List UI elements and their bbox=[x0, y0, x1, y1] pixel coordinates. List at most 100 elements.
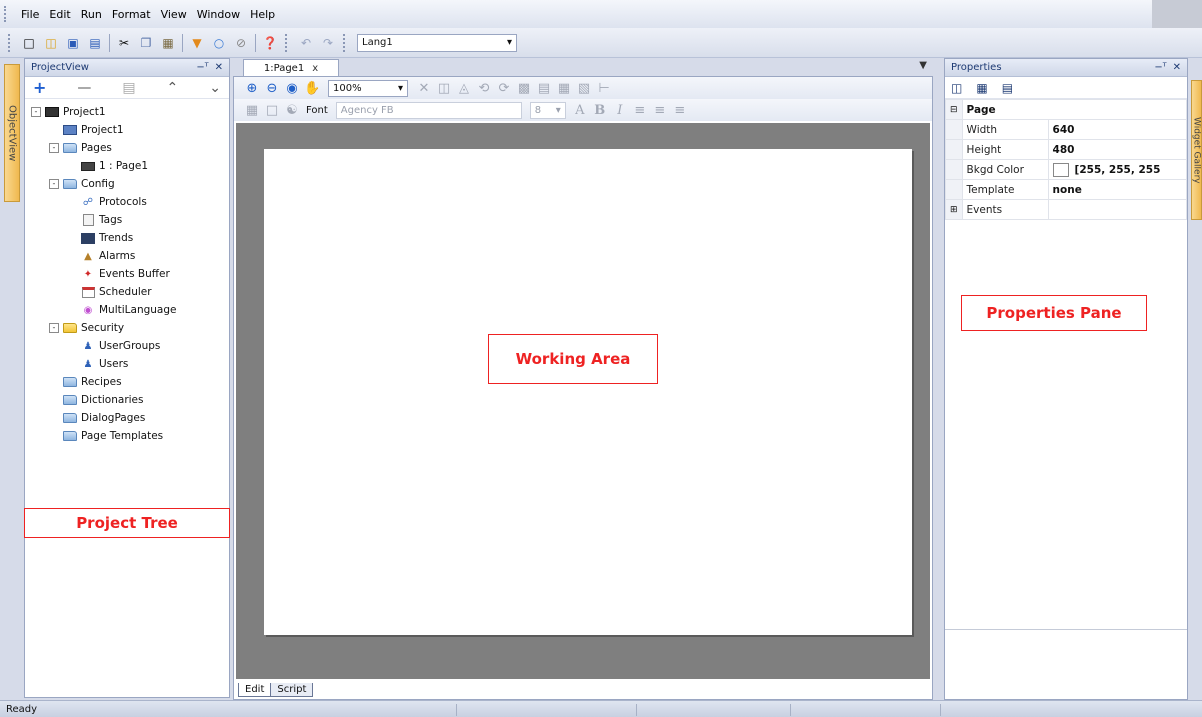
tree-node[interactable]: Trends bbox=[31, 229, 229, 247]
property-row[interactable]: Height 480 bbox=[945, 139, 1188, 160]
toolbar-grip[interactable] bbox=[343, 33, 349, 52]
border-icon[interactable]: ▦ bbox=[244, 103, 260, 118]
tree-node[interactable]: - Config bbox=[31, 175, 229, 193]
menu-file[interactable]: File bbox=[16, 6, 44, 23]
run-icon[interactable]: ○ bbox=[210, 34, 228, 52]
tree-node[interactable]: Recipes bbox=[31, 373, 229, 391]
property-row[interactable]: Bkgd Color [255, 255, 255 bbox=[945, 159, 1188, 180]
objectview-tab[interactable]: ObjectView bbox=[4, 64, 20, 202]
fill-icon[interactable]: □ bbox=[264, 103, 280, 118]
font-color-icon[interactable]: A bbox=[572, 103, 588, 118]
tree-node[interactable]: Scheduler bbox=[31, 283, 229, 301]
tree-expander-icon[interactable]: - bbox=[31, 107, 41, 117]
zoom-out-icon[interactable]: ⊖ bbox=[264, 81, 280, 96]
help-icon[interactable]: ❓ bbox=[261, 34, 279, 52]
distribute-icon[interactable]: ▦ bbox=[556, 81, 572, 96]
tab-page1[interactable]: 1:Page1 x bbox=[243, 59, 339, 76]
download-icon[interactable]: ▼ bbox=[188, 34, 206, 52]
toolbar-grip[interactable] bbox=[8, 33, 14, 52]
menu-grip[interactable] bbox=[4, 6, 10, 22]
property-value-color[interactable]: [255, 255, 255 bbox=[1047, 159, 1188, 180]
new-file-icon[interactable]: □ bbox=[20, 34, 38, 52]
property-row[interactable]: Width 640 bbox=[945, 119, 1188, 140]
size-icon[interactable]: ▧ bbox=[576, 81, 592, 96]
save-icon[interactable]: ▣ bbox=[64, 34, 82, 52]
tree-expander-icon[interactable]: - bbox=[49, 143, 59, 153]
tree-node[interactable]: 1 : Page1 bbox=[31, 157, 229, 175]
alphabetical-icon[interactable]: ▦ bbox=[976, 81, 987, 95]
collapse-icon[interactable]: ⊟ bbox=[945, 99, 963, 120]
tree-node[interactable]: - Pages bbox=[31, 139, 229, 157]
property-value[interactable]: 480 bbox=[1047, 139, 1188, 160]
font-size-select[interactable]: 8 ▾ bbox=[529, 101, 566, 119]
move-up-icon[interactable]: ⌃ bbox=[167, 80, 179, 96]
font-select[interactable]: Agency FB bbox=[335, 101, 522, 119]
tree-node[interactable]: Page Templates bbox=[31, 427, 229, 445]
text-format-icon[interactable]: ☯ bbox=[284, 103, 300, 118]
property-pages-icon[interactable]: ▤ bbox=[1002, 81, 1013, 95]
pin-icon[interactable]: −ᵀ bbox=[196, 62, 208, 73]
align-right-icon[interactable]: ≡ bbox=[672, 103, 688, 118]
category-row[interactable]: ⊟ Page bbox=[945, 99, 1188, 120]
color-swatch[interactable] bbox=[1052, 162, 1069, 177]
align-icon[interactable]: ▤ bbox=[536, 81, 552, 96]
tree-node[interactable]: - Security bbox=[31, 319, 229, 337]
tree-node[interactable]: ◉ MultiLanguage bbox=[31, 301, 229, 319]
bold-icon[interactable]: B bbox=[592, 103, 608, 118]
tab-edit[interactable]: Edit bbox=[238, 683, 272, 697]
cut-icon[interactable]: ✂ bbox=[115, 34, 133, 52]
align-center-icon[interactable]: ≡ bbox=[652, 103, 668, 118]
redo-icon[interactable]: ↷ bbox=[319, 34, 337, 52]
zoom-select[interactable]: 100% ▾ bbox=[328, 79, 408, 97]
menu-help[interactable]: Help bbox=[245, 6, 280, 23]
properties-icon[interactable]: ▤ bbox=[122, 80, 135, 96]
tree-node[interactable]: ☍ Protocols bbox=[31, 193, 229, 211]
order-icon[interactable]: ▩ bbox=[516, 81, 532, 96]
align-left-icon[interactable]: ≡ bbox=[632, 103, 648, 118]
spacing-icon[interactable]: ⊢ bbox=[596, 81, 612, 96]
paste-icon[interactable]: ▦ bbox=[159, 34, 177, 52]
remove-icon[interactable]: — bbox=[77, 80, 91, 96]
menu-window[interactable]: Window bbox=[192, 6, 245, 23]
delete-icon[interactable]: ✕ bbox=[416, 81, 432, 96]
undo-icon[interactable]: ↶ bbox=[297, 34, 315, 52]
categorized-icon[interactable]: ◫ bbox=[951, 81, 962, 95]
open-folder-icon[interactable]: ◫ bbox=[42, 34, 60, 52]
menu-format[interactable]: Format bbox=[107, 6, 156, 23]
page-canvas[interactable]: Working Area bbox=[264, 149, 912, 635]
menu-edit[interactable]: Edit bbox=[44, 6, 75, 23]
move-down-icon[interactable]: ⌄ bbox=[209, 80, 221, 96]
rotate-left-icon[interactable]: ⟲ bbox=[476, 81, 492, 96]
tree-node[interactable]: ♟ UserGroups bbox=[31, 337, 229, 355]
tab-list-chevron-icon[interactable]: ▼ bbox=[919, 60, 927, 71]
tree-node[interactable]: ▲ Alarms bbox=[31, 247, 229, 265]
rotate-right-icon[interactable]: ⟳ bbox=[496, 81, 512, 96]
pan-hand-icon[interactable]: ✋ bbox=[304, 81, 320, 96]
ungroup-icon[interactable]: ◬ bbox=[456, 81, 472, 96]
tree-node[interactable]: DialogPages bbox=[31, 409, 229, 427]
property-value[interactable]: none bbox=[1047, 179, 1188, 200]
tree-node[interactable]: ✦ Events Buffer bbox=[31, 265, 229, 283]
add-icon[interactable]: + bbox=[33, 78, 46, 97]
zoom-in-icon[interactable]: ⊕ bbox=[244, 81, 260, 96]
close-tab-icon[interactable]: x bbox=[312, 63, 318, 74]
tree-node[interactable]: - Project1 bbox=[31, 103, 229, 121]
tree-node[interactable]: Dictionaries bbox=[31, 391, 229, 409]
close-icon[interactable]: ✕ bbox=[215, 62, 223, 73]
menu-run[interactable]: Run bbox=[76, 6, 107, 23]
expand-icon[interactable]: ⊞ bbox=[945, 199, 963, 220]
tree-node[interactable]: Project1 bbox=[31, 121, 229, 139]
tab-script[interactable]: Script bbox=[270, 683, 314, 697]
category-row[interactable]: ⊞ Events bbox=[945, 199, 1188, 220]
zoom-fit-icon[interactable]: ◉ bbox=[284, 81, 300, 96]
italic-icon[interactable]: I bbox=[612, 103, 628, 118]
stop-icon[interactable]: ⊘ bbox=[232, 34, 250, 52]
tree-expander-icon[interactable]: - bbox=[49, 323, 59, 333]
property-row[interactable]: Template none bbox=[945, 179, 1188, 200]
tree-node[interactable]: Tags bbox=[31, 211, 229, 229]
property-value[interactable]: 640 bbox=[1047, 119, 1188, 140]
save-all-icon[interactable]: ▤ bbox=[86, 34, 104, 52]
group-icon[interactable]: ◫ bbox=[436, 81, 452, 96]
menu-view[interactable]: View bbox=[156, 6, 192, 23]
tree-expander-icon[interactable]: - bbox=[49, 179, 59, 189]
